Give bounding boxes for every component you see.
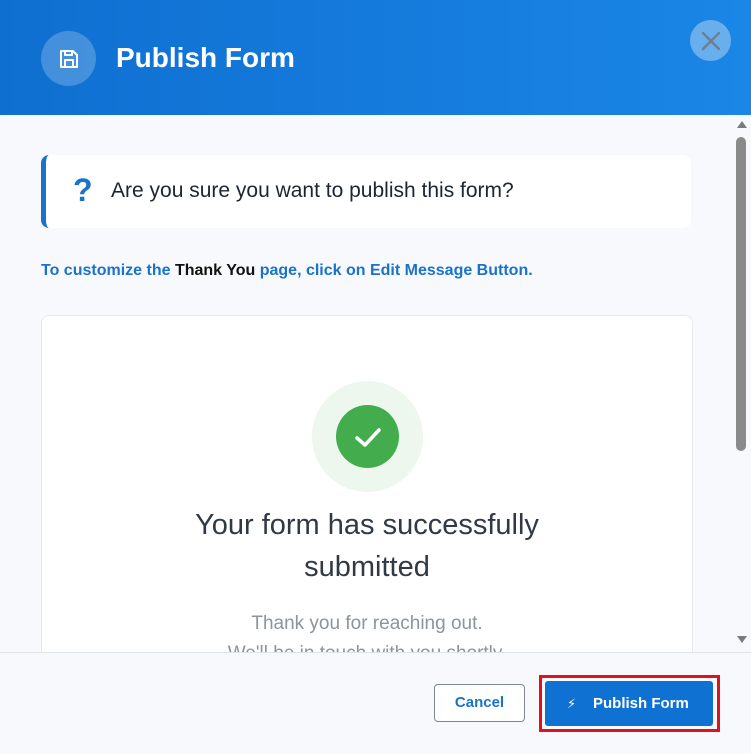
confirmation-text: Are you sure you want to publish this fo… <box>111 179 514 202</box>
dialog-header: Publish Form <box>0 0 751 115</box>
hint-emphasis: Thank You <box>174 262 256 279</box>
success-title-line2: submitted <box>304 551 430 583</box>
dialog-footer: Cancel ⚡ Publish Form <box>0 652 751 754</box>
confirmation-box: ? Are you sure you want to publish this … <box>41 155 691 228</box>
publish-form-dialog: Publish Form ? Are you sure you want to … <box>0 0 751 754</box>
success-badge <box>312 381 423 492</box>
dialog-body[interactable]: ? Are you sure you want to publish this … <box>0 115 733 652</box>
success-message-line1: Thank you for reaching out. <box>251 613 483 634</box>
customize-hint: To customize the Thank You page, click o… <box>41 261 533 281</box>
scroll-down-arrow[interactable] <box>737 636 747 643</box>
hint-suffix: page, click on Edit Message Button. <box>259 262 533 279</box>
success-title-line1: Your form has successfully <box>195 509 539 541</box>
success-title: Your form has successfully submitted <box>42 504 692 588</box>
vertical-scrollbar[interactable] <box>733 115 751 652</box>
lightning-icon: ⚡ <box>567 696 577 711</box>
scroll-thumb[interactable] <box>736 137 746 451</box>
thank-you-preview: Your form has successfully submitted Tha… <box>41 315 693 652</box>
success-message: Thank you for reaching out. We'll be in … <box>42 609 692 652</box>
scroll-up-arrow[interactable] <box>737 121 747 128</box>
publish-button-label: Publish Form <box>593 695 689 712</box>
question-icon: ? <box>73 172 93 208</box>
check-icon <box>336 405 399 468</box>
dialog-title: Publish Form <box>116 42 295 73</box>
close-button[interactable] <box>690 20 731 61</box>
cancel-button[interactable]: Cancel <box>434 684 525 722</box>
hint-prefix: To customize the <box>41 262 171 279</box>
publish-form-button[interactable]: ⚡ Publish Form <box>545 681 713 726</box>
close-icon <box>701 31 720 50</box>
success-message-line2: We'll be in touch with you shortly. <box>42 639 692 652</box>
save-icon <box>41 31 96 86</box>
